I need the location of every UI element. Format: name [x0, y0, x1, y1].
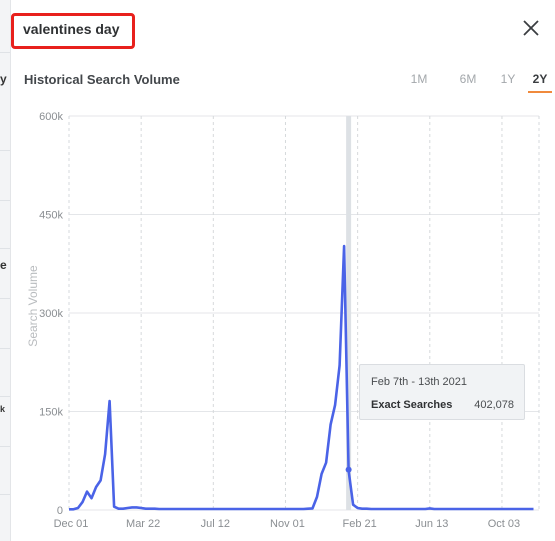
x-tick-label: Oct 03: [488, 518, 520, 530]
tooltip-label: Exact Searches: [371, 399, 453, 411]
tooltip-value: 402,078: [474, 399, 514, 411]
y-tick-label: 450k: [39, 210, 63, 222]
search-volume-chart: 0 150k 300k 450k 600k Dec 01 Mar 22 Jul 12 Nov …: [26, 111, 540, 530]
tooltip: Feb 7th - 13th 2021 Exact Searches 402,0…: [359, 364, 525, 420]
tooltip-date: Feb 7th - 13th 2021: [371, 376, 468, 388]
y-tick-label: 0: [57, 505, 63, 517]
grid: [68, 115, 540, 511]
hover-data-point[interactable]: [345, 466, 352, 473]
x-tick-label: Jul 12: [201, 518, 230, 530]
x-tick-label: Feb 21: [343, 518, 377, 530]
y-axis-label: Search Volume: [26, 265, 40, 347]
x-tick-label: Mar 22: [126, 518, 160, 530]
x-tick-label: Jun 13: [415, 518, 448, 530]
x-axis-ticks: Dec 01 Mar 22 Jul 12 Nov 01 Feb 21 Jun 13 Oct …: [54, 518, 521, 530]
x-tick-label: Nov 01: [270, 518, 305, 530]
y-tick-label: 150k: [39, 407, 63, 419]
x-tick-label: Dec 01: [54, 518, 89, 530]
y-axis-ticks: 0 150k 300k 450k 600k: [39, 111, 63, 517]
y-tick-label: 600k: [39, 111, 63, 123]
y-tick-label: 300k: [39, 308, 63, 320]
